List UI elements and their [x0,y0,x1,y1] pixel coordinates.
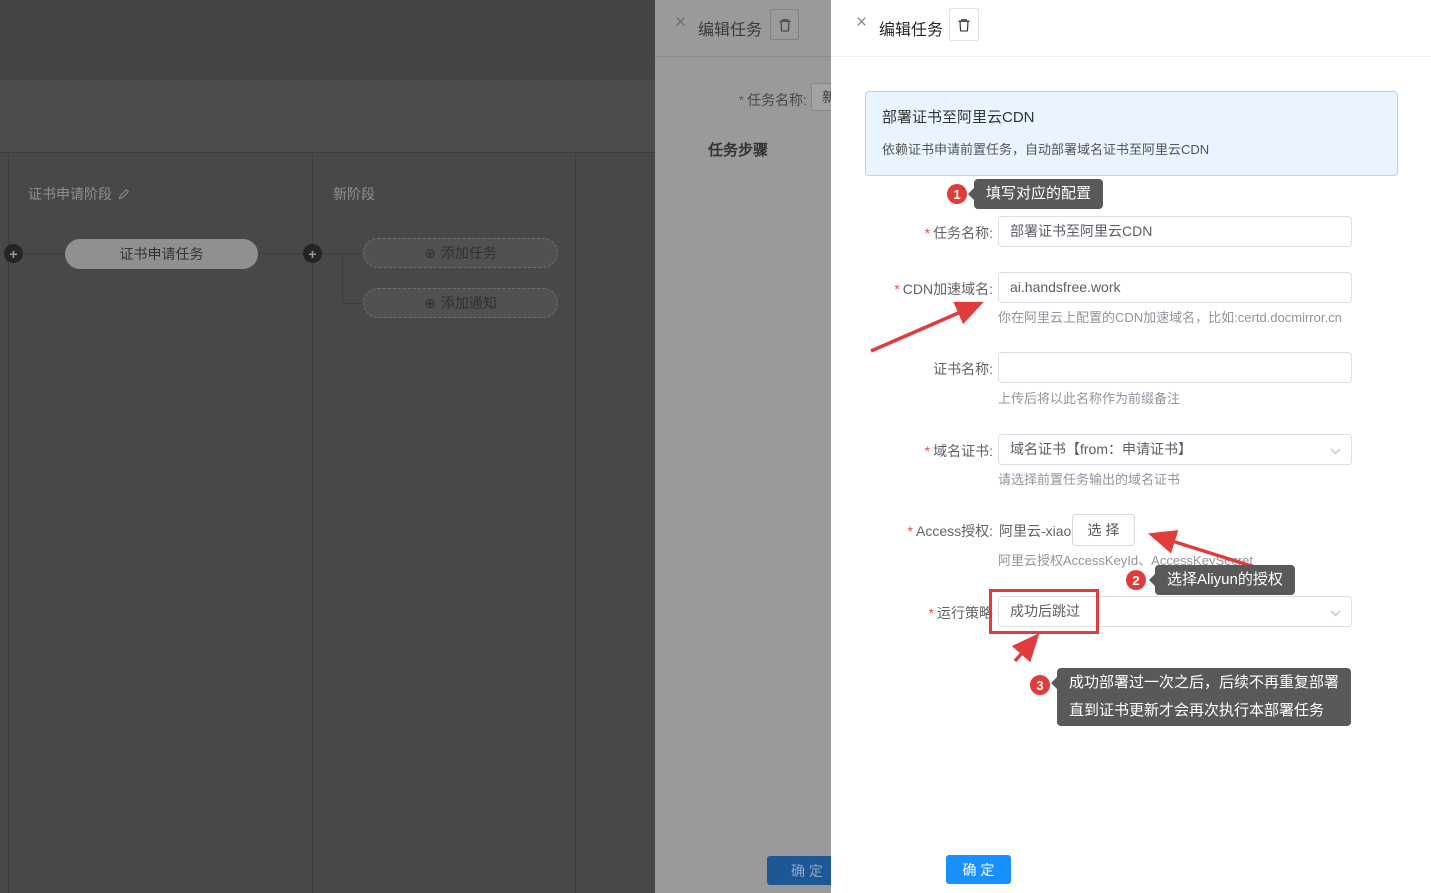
header-divider [831,56,1431,57]
plus-icon: + [9,247,17,261]
confirm-button[interactable]: 确 定 [946,855,1011,884]
annotation-step3-line2: 直到证书更新才会再次执行本部署任务 [1069,697,1339,725]
cdn-domain-label: *CDN加速域名: [831,279,993,299]
chevron-down-icon [1330,448,1341,455]
add-task-pill[interactable]: ⊕ 添加任务 [363,238,558,268]
trash-icon [778,18,792,32]
annotation-step1-tooltip: 填写对应的配置 [974,179,1103,209]
required-mark: * [908,523,913,539]
task-pill-label: 证书申请任务 [120,244,204,264]
connector-line [342,253,343,304]
required-mark: * [929,605,934,621]
cert-name-input[interactable] [998,352,1352,383]
annotation-step2-badge: 2 [1126,570,1146,590]
cdn-domain-hint: 你在阿里云上配置的CDN加速域名，比如:certd.docmirror.cn [998,307,1342,326]
plus-icon: + [308,247,316,261]
drawer-title: 编辑任务 [698,16,762,40]
access-selected-value: 阿里云-xiao [999,521,1071,541]
run-strategy-highlight-box [989,589,1099,634]
edit-pencil-icon[interactable] [118,188,130,200]
plugin-title: 部署证书至阿里云CDN [882,106,1381,127]
column-border [312,153,313,893]
column-border [8,153,9,893]
required-mark: * [925,443,930,459]
cert-name-label: 证书名称: [831,359,993,379]
domain-cert-value: 域名证书【from：申请证书】 [1010,441,1192,457]
plugin-info-box: 部署证书至阿里云CDN 依赖证书申请前置任务，自动部署域名证书至阿里云CDN [865,91,1398,176]
stage-title-text: 新阶段 [333,184,375,204]
connector-line [258,253,303,254]
task-name-label: *任务名称: [831,223,993,243]
close-icon[interactable]: × [856,13,867,32]
domain-cert-label: *域名证书: [831,441,993,461]
annotation-step3-badge: 3 [1030,675,1050,695]
access-choose-button[interactable]: 选 择 [1072,514,1135,546]
annotation-step3-line1: 成功部署过一次之后，后续不再重复部署 [1069,669,1339,697]
domain-cert-hint: 请选择前置任务输出的域名证书 [998,469,1180,488]
arrow-to-cdn-field [871,304,979,351]
domain-cert-select[interactable]: 域名证书【from：申请证书】 [998,434,1352,465]
chevron-down-icon [1330,610,1341,617]
annotation-step3-tooltip: 成功部署过一次之后，后续不再重复部署 直到证书更新才会再次执行本部署任务 [1057,668,1351,726]
stage-title-text: 证书申请阶段 [28,184,112,204]
required-mark: * [739,92,744,108]
circle-plus-icon: ⊕ [424,245,436,262]
delete-task-button[interactable] [949,8,979,41]
stage-title-cert-request: 证书申请阶段 [28,184,130,204]
add-task-label: 添加任务 [441,243,497,263]
column-border [575,153,576,893]
drawer-title: 编辑任务 [879,16,943,40]
plugin-description: 依赖证书申请前置任务，自动部署域名证书至阿里云CDN [882,139,1381,158]
arrow-to-run-strategy [1015,637,1036,661]
annotation-step1-badge: 1 [947,184,967,204]
task-name-input[interactable]: 部署证书至阿里云CDN [998,216,1352,247]
add-notify-label: 添加通知 [441,293,497,313]
access-label: *Access授权: [831,521,993,541]
add-stage-button[interactable]: + [4,244,23,263]
cdn-domain-input[interactable]: ai.handsfree.work [998,272,1352,303]
run-strategy-label: *运行策略 [831,603,993,623]
close-icon[interactable]: × [675,13,686,32]
task-steps-title: 任务步骤 [708,139,768,160]
delete-task-button[interactable] [770,9,799,40]
add-stage-button[interactable]: + [303,244,322,263]
trash-icon [957,18,971,32]
connector-line [342,303,363,304]
edit-task-drawer: × 编辑任务 部署证书至阿里云CDN 依赖证书申请前置任务，自动部署域名证书至阿… [831,0,1431,893]
task-name-label: *任务名称: [715,90,807,110]
stage-title-new-stage: 新阶段 [333,184,375,204]
task-pill-cert-request[interactable]: 证书申请任务 [65,239,258,269]
connector-line [23,253,65,254]
circle-plus-icon: ⊕ [424,295,436,312]
required-mark: * [925,225,930,241]
required-mark: * [894,281,899,297]
app-window: 证书申请阶段 新阶段 + + 证书申请任务 [0,0,1431,893]
add-notify-pill[interactable]: ⊕ 添加通知 [363,288,558,318]
annotation-step2-tooltip: 选择Aliyun的授权 [1155,565,1295,595]
cert-name-hint: 上传后将以此名称作为前缀备注 [998,388,1180,407]
